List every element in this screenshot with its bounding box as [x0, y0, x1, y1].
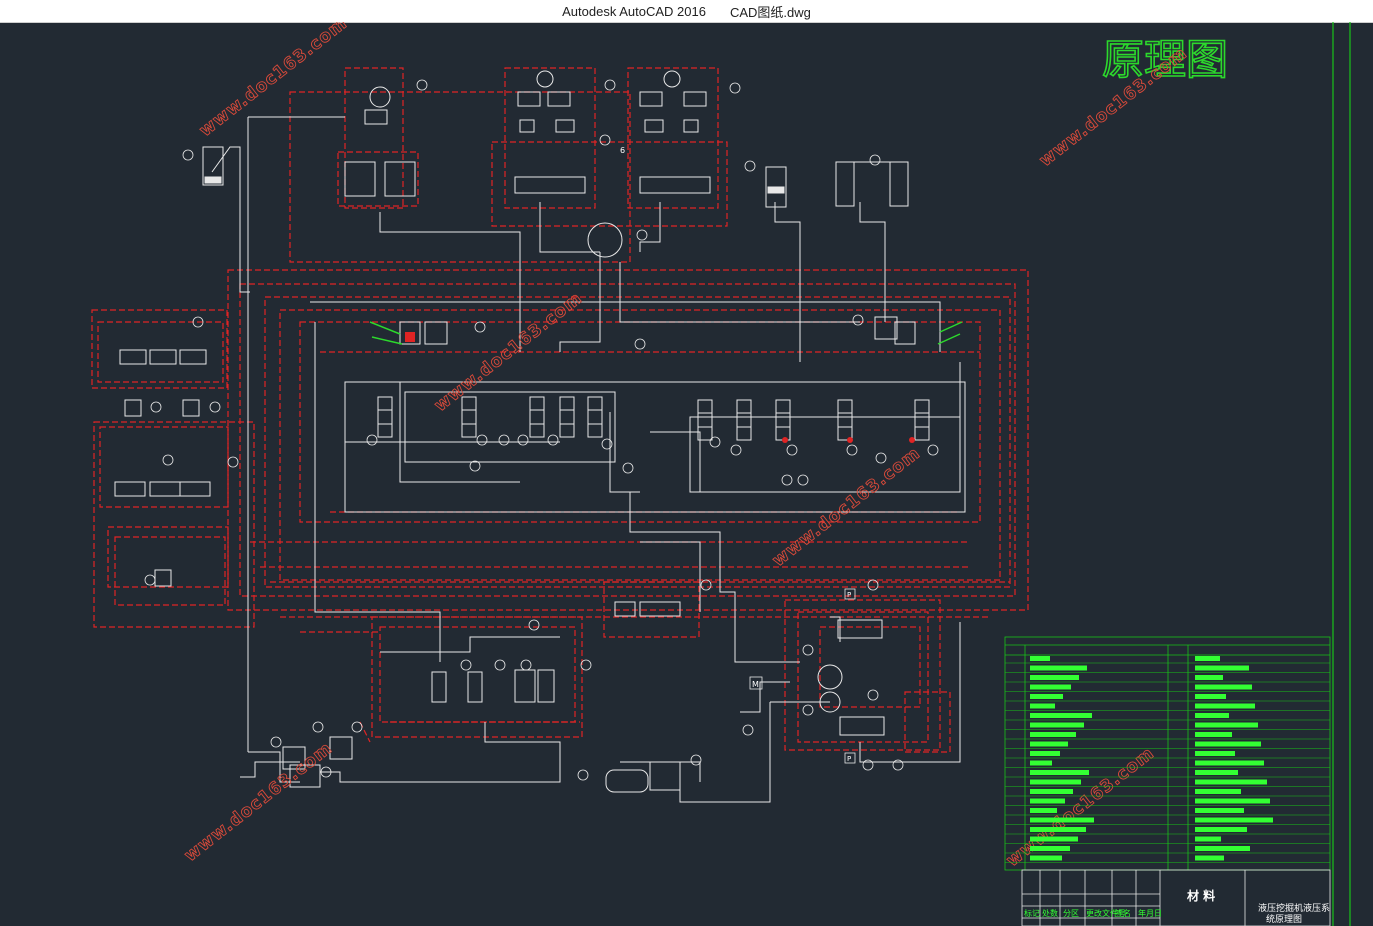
- label-motor: M: [752, 680, 759, 689]
- header-cell: 签名: [1115, 908, 1131, 918]
- watermark: www.doc163.com: [769, 443, 925, 571]
- motor-travel-right: [663, 70, 681, 88]
- parts-row-text-block: [1030, 751, 1060, 756]
- components: [202, 70, 909, 793]
- parts-row-text-block: [1030, 665, 1087, 671]
- parts-row-text-block: [1195, 694, 1226, 699]
- parts-row-text-block: [1195, 751, 1235, 756]
- title-block-header: 标记 处数 分区 更改文件号 签名 年月日: [1024, 908, 1162, 918]
- parts-row-text-block: [1195, 722, 1258, 728]
- header-cell: 标记: [1024, 908, 1040, 918]
- parts-row-text-block: [1030, 741, 1068, 747]
- parts-row-text-block: [1030, 760, 1052, 766]
- app-name: Autodesk AutoCAD 2016: [562, 3, 706, 19]
- parts-row-text-block: [1030, 846, 1070, 851]
- parts-row-text-block: [1195, 779, 1267, 785]
- parts-row-text-block: [1030, 817, 1094, 823]
- parts-row-text-block: [1195, 732, 1232, 737]
- parts-row-text-block: [1195, 656, 1220, 661]
- watermark: www.doc163.com: [196, 22, 352, 141]
- window-title-bar: Autodesk AutoCAD 2016 CAD图纸.dwg: [0, 0, 1373, 23]
- header-cell: 分区: [1063, 909, 1079, 918]
- parts-row-text-block: [1030, 656, 1050, 661]
- parts-row-text-block: [1195, 760, 1264, 766]
- accumulator: [605, 769, 649, 793]
- part-balloons: [144, 79, 939, 781]
- parts-list-rows: [1005, 656, 1330, 863]
- parts-row-text-block: [1030, 789, 1073, 794]
- parts-row-text-block: [1030, 855, 1062, 861]
- parts-row-text-block: [1030, 779, 1081, 785]
- label-p-bottom: P: [847, 755, 851, 763]
- parts-row-text-block: [1195, 675, 1223, 680]
- file-name: CAD图纸.dwg: [729, 4, 811, 20]
- parts-row-text-block: [1030, 722, 1084, 728]
- label-p-top: P: [847, 591, 851, 599]
- cylinder-bucket-right: [889, 161, 909, 207]
- center-swivel-joint: [587, 222, 623, 258]
- motor-swing: [369, 86, 391, 108]
- parts-row-text-block: [1030, 713, 1092, 718]
- green-connectors: [369, 321, 963, 345]
- control-valve-spools: [114, 91, 930, 736]
- parts-row-text-block: [1030, 694, 1063, 699]
- parts-row-text-block: [1195, 817, 1273, 823]
- parts-row-text-block: [1030, 827, 1086, 832]
- filter: [649, 761, 681, 791]
- drawing-name-line1: 液压挖掘机液压系: [1258, 902, 1330, 914]
- parts-row-text-block: [1030, 798, 1065, 804]
- parts-row-text-block: [1195, 713, 1229, 718]
- parts-row-text-block: [1195, 703, 1255, 709]
- parts-row-text-block: [1195, 846, 1250, 851]
- parts-row-text-block: [1195, 808, 1244, 813]
- label-6: 6: [620, 146, 625, 155]
- parts-row-text-block: [1030, 732, 1076, 737]
- parts-row-text-block: [1195, 855, 1224, 861]
- main-pipe-network: [211, 116, 966, 803]
- main-pump: [817, 664, 843, 690]
- title-block-material: 材 料: [1186, 888, 1215, 903]
- parts-row-text-block: [1195, 684, 1252, 690]
- watermark: www.doc163.com: [181, 738, 337, 866]
- parts-row-text-block: [1030, 836, 1078, 842]
- drawing-name-line2: 统原理图: [1266, 913, 1302, 925]
- parts-row-text-block: [1030, 770, 1089, 775]
- parts-row-text-block: [1195, 770, 1238, 775]
- header-cell: 年月日: [1138, 908, 1162, 918]
- parts-row-text-block: [1195, 665, 1249, 671]
- parts-row-text-block: [1195, 836, 1221, 842]
- parts-row-text-block: [1030, 675, 1079, 680]
- watermark: www.doc163.com: [1003, 743, 1159, 871]
- parts-row-text-block: [1195, 827, 1247, 832]
- drawing-frame: [1332, 22, 1351, 926]
- parts-row-text-block: [1195, 798, 1270, 804]
- drawing-canvas[interactable]: 6 M P P 原理图 www.doc163.com www.doc163.co…: [0, 22, 1373, 926]
- parts-row-text-block: [1030, 808, 1057, 813]
- motor-travel-left: [536, 70, 554, 88]
- parts-row-text-block: [1030, 703, 1055, 709]
- cylinder-bucket-left: [835, 161, 855, 207]
- parts-row-text-block: [1195, 741, 1261, 747]
- parts-row-text-block: [1030, 684, 1071, 690]
- header-cell: 处数: [1042, 908, 1058, 918]
- parts-row-text-block: [1195, 789, 1241, 794]
